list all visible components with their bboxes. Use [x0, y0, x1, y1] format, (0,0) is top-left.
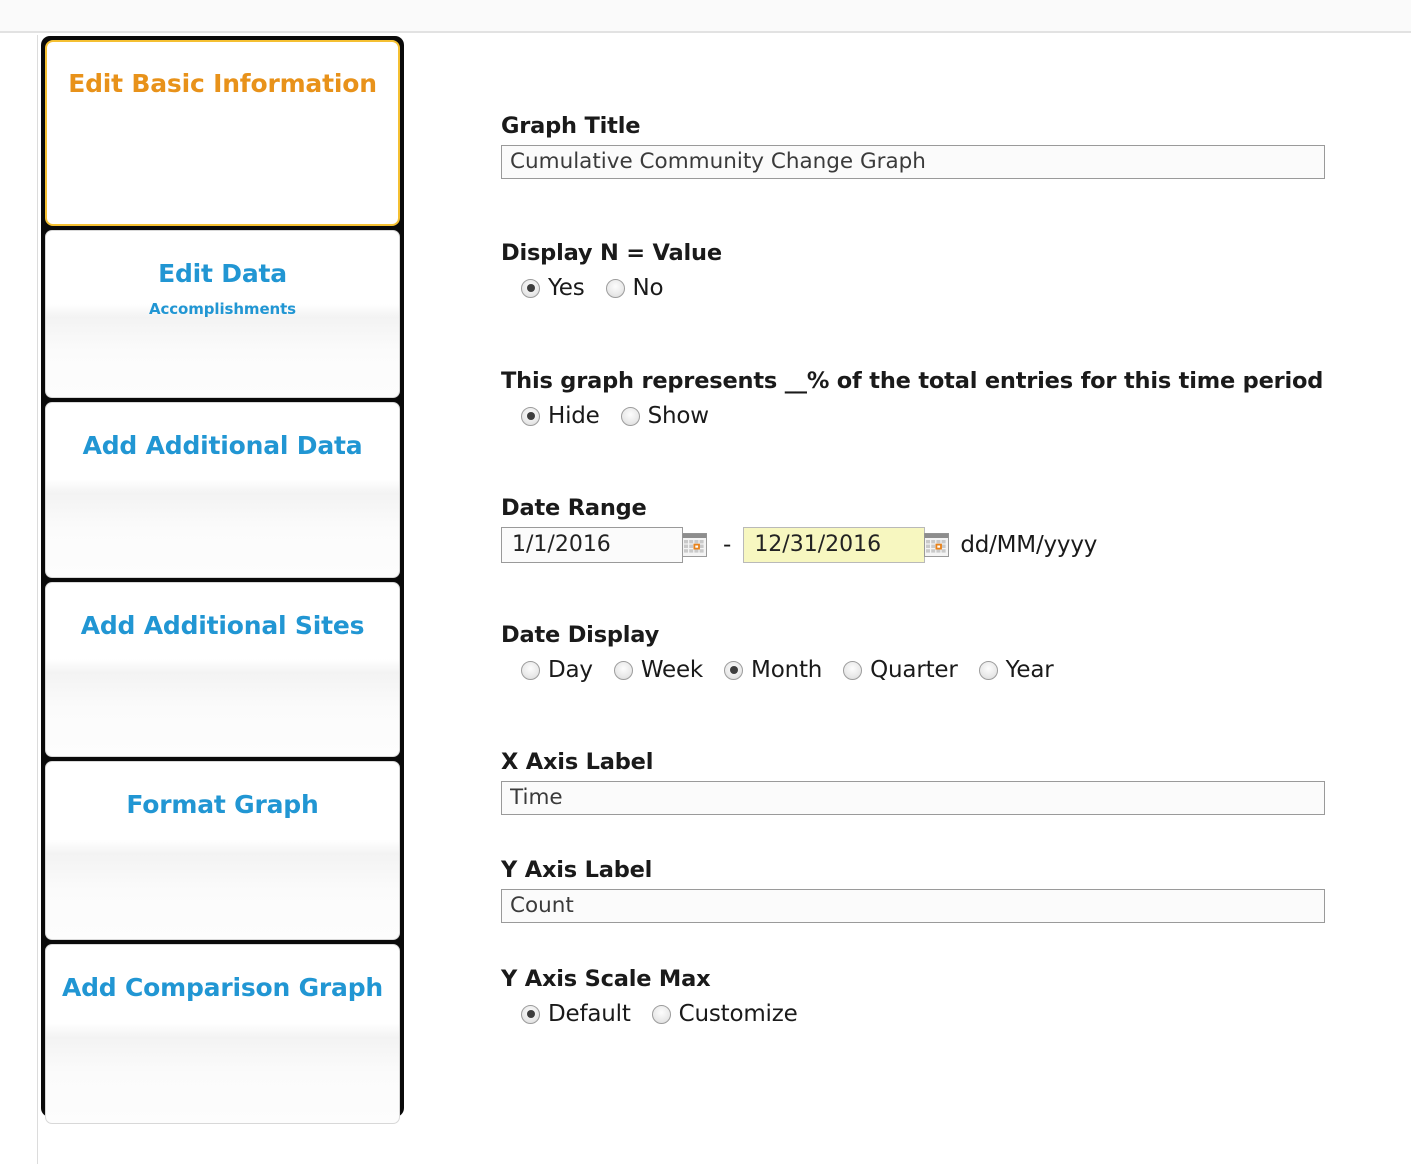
sidebar-item-edit-basic-information[interactable]: Edit Basic Information	[45, 40, 400, 226]
radio-option-no[interactable]: No	[605, 275, 664, 301]
sidebar-item-add-comparison-graph[interactable]: Add Comparison Graph	[45, 944, 400, 1124]
graph-title-label: Graph Title	[501, 113, 641, 139]
sidebar-item-label: Edit Data	[158, 259, 287, 288]
radio-indicator[interactable]	[521, 278, 540, 298]
sidebar-item-label: Edit Basic Information	[68, 69, 377, 98]
y-axis-label-input[interactable]	[501, 889, 1325, 923]
radio-label: No	[632, 275, 664, 301]
radio-indicator[interactable]	[613, 660, 633, 680]
radio-label: Quarter	[870, 657, 958, 683]
radio-label: Hide	[548, 403, 600, 429]
date-display-label: Date Display	[501, 622, 660, 648]
percent-total-label: This graph represents __% of the total e…	[501, 368, 1324, 394]
percent-total-radio-group: Hide Show	[521, 403, 1323, 429]
date-format-hint: dd/MM/yyyy	[960, 532, 1098, 558]
start-date-box	[501, 527, 707, 563]
start-date-input[interactable]	[501, 527, 683, 563]
date-range-group: Date Range 1/1/2016 - 12/31/2016 dd/MM/y…	[501, 495, 1097, 563]
radio-indicator[interactable]	[978, 660, 998, 680]
sidebar-item-label: Add Comparison Graph	[61, 973, 384, 1002]
end-date-box	[743, 527, 950, 563]
x-axis-label-caption: X Axis Label	[501, 749, 654, 775]
date-display-radio-group: Day Week Month Quarter Year	[521, 657, 1075, 683]
radio-option-week[interactable]: Week	[613, 657, 704, 683]
page-root: Edit Basic Information Edit Data Accompl…	[0, 0, 1411, 1164]
radio-label: Customize	[678, 1001, 798, 1027]
radio-label: Week	[640, 657, 704, 683]
sidebar-item-label: Add Additional Sites	[80, 611, 365, 640]
radio-label: Yes	[548, 275, 585, 301]
radio-indicator[interactable]	[651, 1004, 671, 1024]
radio-option-year[interactable]: Year	[978, 657, 1054, 683]
radio-option-month[interactable]: Month	[724, 657, 822, 683]
radio-option-customize[interactable]: Customize	[651, 1001, 798, 1027]
display-n-value-label: Display N = Value	[501, 240, 722, 266]
sidebar-item-add-additional-sites[interactable]: Add Additional Sites	[45, 582, 400, 757]
x-axis-label-group: X Axis Label	[501, 749, 1325, 815]
radio-option-quarter[interactable]: Quarter	[843, 657, 958, 683]
radio-indicator[interactable]	[521, 660, 540, 680]
y-axis-scale-max-label: Y Axis Scale Max	[501, 966, 711, 992]
radio-option-yes[interactable]: Yes	[521, 275, 585, 301]
radio-label: Day	[548, 657, 593, 683]
settings-accordion: Edit Basic Information Edit Data Accompl…	[41, 36, 404, 1124]
radio-indicator[interactable]	[724, 660, 744, 680]
date-range-separator: -	[723, 532, 732, 558]
end-date-input[interactable]	[743, 527, 926, 563]
radio-option-default[interactable]: Default	[521, 1001, 631, 1027]
graph-title-input[interactable]	[501, 145, 1325, 179]
radio-indicator[interactable]	[521, 1004, 540, 1024]
sidebar-item-edit-data[interactable]: Edit Data Accomplishments	[45, 230, 400, 398]
radio-option-day[interactable]: Day	[521, 657, 593, 683]
display-n-value-radio-group: Yes No	[521, 275, 722, 301]
y-axis-label-group: Y Axis Label	[501, 857, 1325, 923]
percent-total-group: This graph represents __% of the total e…	[501, 368, 1323, 429]
display-n-value-group: Display N = Value Yes No	[501, 240, 722, 301]
radio-indicator[interactable]	[620, 406, 640, 426]
y-axis-scale-max-radio-group: Default Customize	[521, 1001, 819, 1027]
date-range-label: Date Range	[501, 495, 647, 521]
radio-indicator[interactable]	[843, 660, 863, 680]
x-axis-label-input[interactable]	[501, 781, 1325, 815]
radio-option-hide[interactable]: Hide	[521, 403, 600, 429]
sidebar-item-label: Format Graph	[126, 790, 319, 819]
sidebar-item-label: Add Additional Data	[82, 431, 363, 460]
radio-indicator[interactable]	[521, 406, 540, 426]
radio-indicator[interactable]	[605, 278, 625, 298]
radio-label: Default	[548, 1001, 631, 1027]
radio-label: Show	[647, 403, 709, 429]
sidebar-item-sublabel: Accomplishments	[148, 300, 297, 318]
radio-option-show[interactable]: Show	[620, 403, 709, 429]
sidebar-item-add-additional-data[interactable]: Add Additional Data	[45, 402, 400, 578]
y-axis-scale-max-group: Y Axis Scale Max Default Customize	[501, 966, 819, 1027]
date-range-row: -	[501, 527, 1097, 563]
y-axis-label-caption: Y Axis Label	[501, 857, 653, 883]
calendar-icon[interactable]	[682, 533, 707, 557]
graph-title-group: Graph Title	[501, 113, 1325, 179]
date-display-group: Date Display Day Week Month Quarter Year	[501, 622, 1075, 683]
calendar-icon[interactable]	[924, 533, 950, 557]
top-header-band	[0, 0, 1411, 33]
radio-label: Month	[751, 657, 823, 683]
radio-label: Year	[1005, 657, 1054, 683]
sidebar-item-format-graph[interactable]: Format Graph	[45, 761, 400, 940]
